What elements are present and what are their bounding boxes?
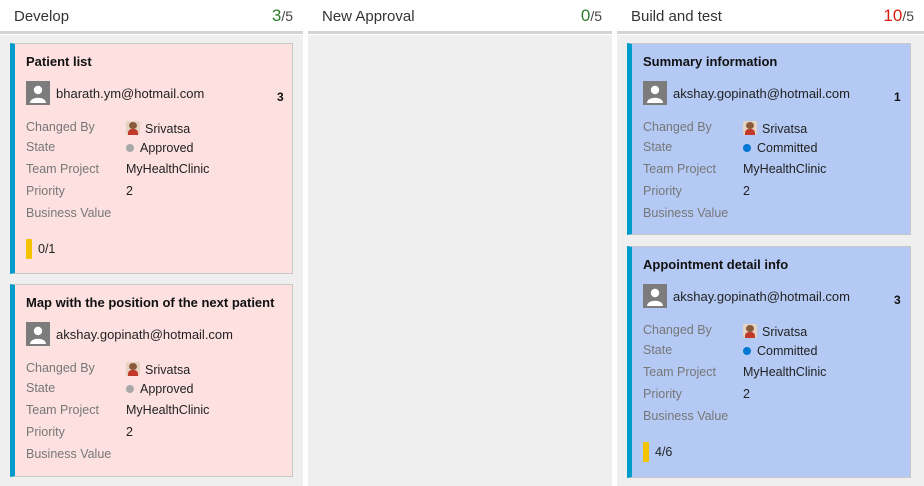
team-project-label: Team Project bbox=[643, 365, 716, 379]
person-photo-icon bbox=[126, 121, 140, 135]
work-item-card[interactable]: Appointment detail info akshay.gopinath@… bbox=[627, 246, 911, 478]
user-avatar-icon bbox=[643, 284, 667, 308]
column-body bbox=[308, 35, 612, 486]
user-avatar-icon bbox=[643, 81, 667, 105]
effort-value: 3 bbox=[894, 293, 901, 307]
changed-by-value: Srivatsa bbox=[743, 324, 807, 339]
priority-value[interactable]: 2 bbox=[743, 184, 750, 198]
priority-label: Priority bbox=[643, 184, 682, 198]
assignee-name: akshay.gopinath@hotmail.com bbox=[56, 327, 233, 342]
effort-value: 1 bbox=[894, 90, 901, 104]
work-item-card[interactable]: Map with the position of the next patien… bbox=[10, 284, 293, 477]
user-avatar-icon bbox=[26, 322, 50, 346]
state-dot-icon bbox=[743, 347, 751, 355]
column-title: New Approval bbox=[322, 8, 415, 25]
assignee[interactable]: akshay.gopinath@hotmail.com bbox=[643, 81, 913, 107]
priority-label: Priority bbox=[26, 184, 65, 198]
column-header[interactable]: Build and test 10/5 bbox=[617, 0, 924, 34]
person-photo-icon bbox=[743, 324, 757, 338]
state-value[interactable]: Approved bbox=[126, 141, 194, 155]
team-project-label: Team Project bbox=[26, 403, 99, 417]
wip-count: 10/5 bbox=[883, 6, 914, 25]
assignee-name: bharath.ym@hotmail.com bbox=[56, 86, 205, 101]
business-value-label: Business Value bbox=[643, 206, 729, 220]
card-title[interactable]: Map with the position of the next patien… bbox=[26, 295, 274, 310]
state-dot-icon bbox=[126, 144, 134, 152]
state-value[interactable]: Approved bbox=[126, 382, 194, 396]
team-project-value: MyHealthClinic bbox=[743, 162, 827, 176]
state-label: State bbox=[26, 381, 56, 395]
card-title[interactable]: Appointment detail info bbox=[643, 257, 788, 272]
assignee-name: akshay.gopinath@hotmail.com bbox=[673, 289, 850, 304]
card-title[interactable]: Summary information bbox=[643, 54, 777, 69]
wip-count: 3/5 bbox=[271, 6, 293, 25]
changed-by-label: Changed By bbox=[26, 120, 95, 134]
changed-by-label: Changed By bbox=[643, 120, 712, 134]
card-title[interactable]: Patient list bbox=[26, 54, 92, 69]
priority-value[interactable]: 2 bbox=[743, 387, 750, 401]
team-project-label: Team Project bbox=[643, 162, 716, 176]
column-header[interactable]: New Approval 0/5 bbox=[308, 0, 612, 34]
assignee[interactable]: bharath.ym@hotmail.com bbox=[26, 81, 296, 107]
state-value[interactable]: Committed bbox=[743, 344, 817, 358]
progress-bar-icon bbox=[26, 239, 32, 259]
person-photo-icon bbox=[743, 121, 757, 135]
progress-bar-icon bbox=[643, 442, 649, 462]
team-project-value: MyHealthClinic bbox=[126, 162, 210, 176]
business-value-label: Business Value bbox=[643, 409, 729, 423]
progress-text: 0/1 bbox=[38, 242, 56, 256]
priority-label: Priority bbox=[643, 387, 682, 401]
state-dot-icon bbox=[743, 144, 751, 152]
business-value-label: Business Value bbox=[26, 206, 112, 220]
column-header[interactable]: Develop 3/5 bbox=[0, 0, 303, 34]
column-title: Develop bbox=[14, 8, 70, 25]
priority-value[interactable]: 2 bbox=[126, 184, 133, 198]
column-title: Build and test bbox=[631, 8, 722, 25]
wip-count: 0/5 bbox=[580, 6, 602, 25]
person-photo-icon bbox=[126, 362, 140, 376]
state-value[interactable]: Committed bbox=[743, 141, 817, 155]
column-new-approval: New Approval 0/5 bbox=[308, 0, 612, 486]
priority-value[interactable]: 2 bbox=[126, 425, 133, 439]
state-label: State bbox=[643, 343, 673, 357]
team-project-label: Team Project bbox=[26, 162, 99, 176]
assignee[interactable]: akshay.gopinath@hotmail.com bbox=[643, 284, 913, 310]
state-dot-icon bbox=[126, 385, 134, 393]
changed-by-value: Srivatsa bbox=[743, 121, 807, 136]
progress-text: 4/6 bbox=[655, 445, 673, 459]
user-avatar-icon bbox=[26, 81, 50, 105]
effort-value: 3 bbox=[277, 90, 284, 104]
state-label: State bbox=[26, 140, 56, 154]
team-project-value: MyHealthClinic bbox=[126, 403, 210, 417]
assignee-name: akshay.gopinath@hotmail.com bbox=[673, 86, 850, 101]
assignee[interactable]: akshay.gopinath@hotmail.com bbox=[26, 322, 296, 348]
business-value-label: Business Value bbox=[26, 447, 112, 461]
work-item-card[interactable]: Patient list bharath.ym@hotmail.com 3 Ch… bbox=[10, 43, 293, 274]
changed-by-value: Srivatsa bbox=[126, 121, 190, 136]
team-project-value: MyHealthClinic bbox=[743, 365, 827, 379]
work-item-card[interactable]: Summary information akshay.gopinath@hotm… bbox=[627, 43, 911, 235]
priority-label: Priority bbox=[26, 425, 65, 439]
changed-by-label: Changed By bbox=[643, 323, 712, 337]
changed-by-value: Srivatsa bbox=[126, 362, 190, 377]
changed-by-label: Changed By bbox=[26, 361, 95, 375]
state-label: State bbox=[643, 140, 673, 154]
